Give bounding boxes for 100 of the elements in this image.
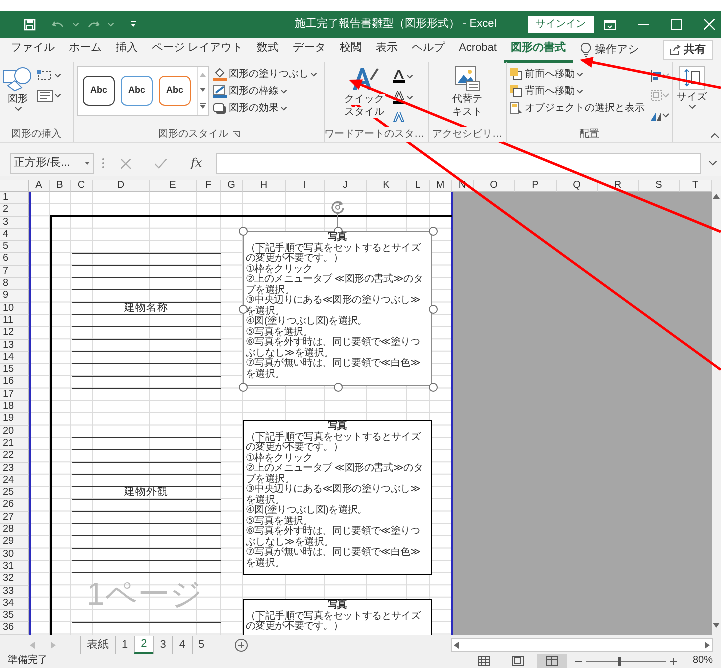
- row-header[interactable]: 1: [0, 192, 29, 204]
- insert-function-button[interactable]: fx: [191, 156, 202, 170]
- row-header[interactable]: 7: [0, 266, 29, 278]
- resize-handle[interactable]: [238, 382, 248, 392]
- row-header[interactable]: 5: [0, 241, 29, 254]
- row-header[interactable]: 28: [0, 524, 29, 536]
- row-header[interactable]: 21: [0, 438, 29, 450]
- caret-icon[interactable]: [73, 22, 79, 26]
- row-header[interactable]: 17: [0, 388, 29, 402]
- text-box-button[interactable]: [37, 90, 61, 102]
- column-header[interactable]: I: [286, 180, 325, 192]
- column-header[interactable]: M: [430, 180, 452, 192]
- send-backward-button[interactable]: 背面へ移動: [510, 85, 645, 98]
- column-header[interactable]: S: [639, 180, 680, 192]
- shape-style-swatch[interactable]: Abc: [159, 76, 191, 106]
- column-header[interactable]: F: [197, 180, 221, 192]
- photo-frame[interactable]: 写真 （下記手順で写真をセットするとサイズの変更が不要です。） ①枠をクリック ②上のメニュータブ ≪図形の書式≫のタブを選択。 ③中央辺りにある≪図形の塗りつぶし≫を選択。 ④図(塗りつぶし図)を選択。 ⑤写真を選択。 ⑥写真を外す時は、同じ要領で≪塗りつぶしなし≫を選択。 ⑦写真が無い時は、同じ要領で≪白色≫を選択。: [243, 231, 432, 386]
- row-header[interactable]: 15: [0, 364, 29, 376]
- ribbon-tab[interactable]: Acrobat: [452, 37, 504, 63]
- text-effects-icon[interactable]: [392, 112, 404, 123]
- column-header[interactable]: O: [474, 180, 515, 192]
- customize-icon[interactable]: [130, 21, 137, 28]
- column-header[interactable]: J: [325, 180, 367, 192]
- column-header[interactable]: C: [71, 180, 93, 192]
- row-header[interactable]: 36: [0, 622, 29, 635]
- scroll-down-icon[interactable]: [713, 623, 720, 628]
- selection-pane-button[interactable]: オブジェクトの選択と表示: [510, 102, 645, 115]
- row-header[interactable]: 27: [0, 512, 29, 524]
- share-button[interactable]: 共有: [663, 40, 713, 60]
- row-header[interactable]: 25: [0, 487, 29, 500]
- gallery-more-icon[interactable]: [200, 103, 206, 110]
- shape-outline-button[interactable]: 図形の枠線: [213, 85, 317, 98]
- column-header[interactable]: Q: [557, 180, 598, 192]
- minimize-icon[interactable]: [638, 24, 649, 26]
- name-box[interactable]: 正方形/長...: [10, 153, 94, 174]
- ribbon-tab[interactable]: ホーム: [62, 37, 109, 63]
- scroll-up-icon[interactable]: [713, 194, 720, 199]
- redo-icon[interactable]: [87, 20, 100, 30]
- horizontal-scrollbar[interactable]: [451, 638, 713, 652]
- collapse-ribbon-icon[interactable]: [711, 133, 719, 138]
- row-header[interactable]: 4: [0, 228, 29, 242]
- ribbon-tab[interactable]: ページ レイアウト: [145, 37, 250, 63]
- ribbon-tab[interactable]: 表示: [369, 37, 406, 63]
- ribbon-display-icon[interactable]: [604, 20, 616, 30]
- row-header[interactable]: 12: [0, 327, 29, 340]
- row-header[interactable]: 2: [0, 204, 29, 217]
- row-header[interactable]: 29: [0, 536, 29, 549]
- row-header[interactable]: 22: [0, 450, 29, 463]
- row-header[interactable]: 35: [0, 610, 29, 622]
- row-header[interactable]: 14: [0, 352, 29, 364]
- column-header[interactable]: K: [367, 180, 407, 192]
- row-header[interactable]: 3: [0, 216, 29, 229]
- row-header[interactable]: 16: [0, 376, 29, 389]
- column-header[interactable]: G: [221, 180, 243, 192]
- ribbon-tab[interactable]: ヘルプ: [405, 37, 452, 63]
- resize-handle[interactable]: [428, 226, 438, 236]
- sign-in-button[interactable]: サインイン: [528, 16, 594, 33]
- lightbulb-icon[interactable]: [580, 43, 591, 57]
- row-header[interactable]: 19: [0, 413, 29, 426]
- shape-effects-button[interactable]: 図形の効果: [213, 102, 317, 115]
- ribbon-tab[interactable]: ファイル: [4, 37, 62, 63]
- row-header[interactable]: 11: [0, 314, 29, 328]
- ribbon-tab[interactable]: 挿入: [109, 37, 145, 63]
- text-fill-button[interactable]: [392, 70, 412, 83]
- column-header[interactable]: B: [50, 180, 71, 192]
- undo-icon[interactable]: [52, 20, 65, 30]
- tell-me-field[interactable]: 操作アシ: [594, 42, 639, 58]
- row-header[interactable]: 33: [0, 586, 29, 598]
- sheet-tab[interactable]: 2: [134, 636, 154, 654]
- photo-frame[interactable]: 写真 （下記手順で写真をセットするとサイズの変更が不要です。）: [243, 599, 432, 635]
- row-header[interactable]: 18: [0, 401, 29, 414]
- close-icon[interactable]: [704, 19, 715, 30]
- row-header[interactable]: 30: [0, 548, 29, 561]
- zoom-level[interactable]: 80%: [692, 654, 713, 668]
- row-header[interactable]: 20: [0, 426, 29, 438]
- alt-text-button[interactable]: 代替テ キスト: [452, 66, 484, 127]
- ribbon-tab[interactable]: データ: [286, 37, 334, 63]
- photo-frame[interactable]: 写真 （下記手順で写真をセットするとサイズの変更が不要です。） ①枠をクリック ②上のメニュータブ ≪図形の書式≫のタブを選択。 ③中央辺りにある≪図形の塗りつぶし≫を選択。 ④図(塗りつぶし図)を選択。 ⑤写真を選択。 ⑥写真を外す時は、同じ要領で≪塗りつぶしなし≫を選択。 ⑦写真が無い時は、同じ要領で≪白色≫を選択。: [243, 420, 432, 575]
- row-header[interactable]: 13: [0, 340, 29, 352]
- resize-handle[interactable]: [238, 304, 248, 314]
- row-header[interactable]: 24: [0, 474, 29, 488]
- page-break-preview-button[interactable]: [536, 654, 567, 668]
- shapes-button[interactable]: 図形: [3, 66, 33, 127]
- formula-input[interactable]: [216, 153, 701, 174]
- caret-icon[interactable]: [108, 22, 114, 26]
- column-header[interactable]: D: [93, 180, 150, 192]
- splitter-icon[interactable]: [102, 158, 105, 169]
- expand-formula-icon[interactable]: [709, 161, 717, 166]
- column-header[interactable]: E: [150, 180, 197, 192]
- rotate-handle-icon[interactable]: [331, 200, 345, 214]
- row-header[interactable]: 34: [0, 598, 29, 610]
- row-header[interactable]: 32: [0, 573, 29, 586]
- shape-style-swatch[interactable]: Abc: [83, 76, 115, 106]
- save-icon[interactable]: [24, 18, 36, 30]
- column-header[interactable]: H: [243, 180, 286, 192]
- resize-handle[interactable]: [238, 226, 248, 236]
- column-header[interactable]: T: [680, 180, 712, 192]
- zoom-slider[interactable]: [586, 656, 666, 666]
- zoom-in-icon[interactable]: [670, 658, 677, 664]
- ribbon-tab[interactable]: 校閲: [333, 37, 370, 63]
